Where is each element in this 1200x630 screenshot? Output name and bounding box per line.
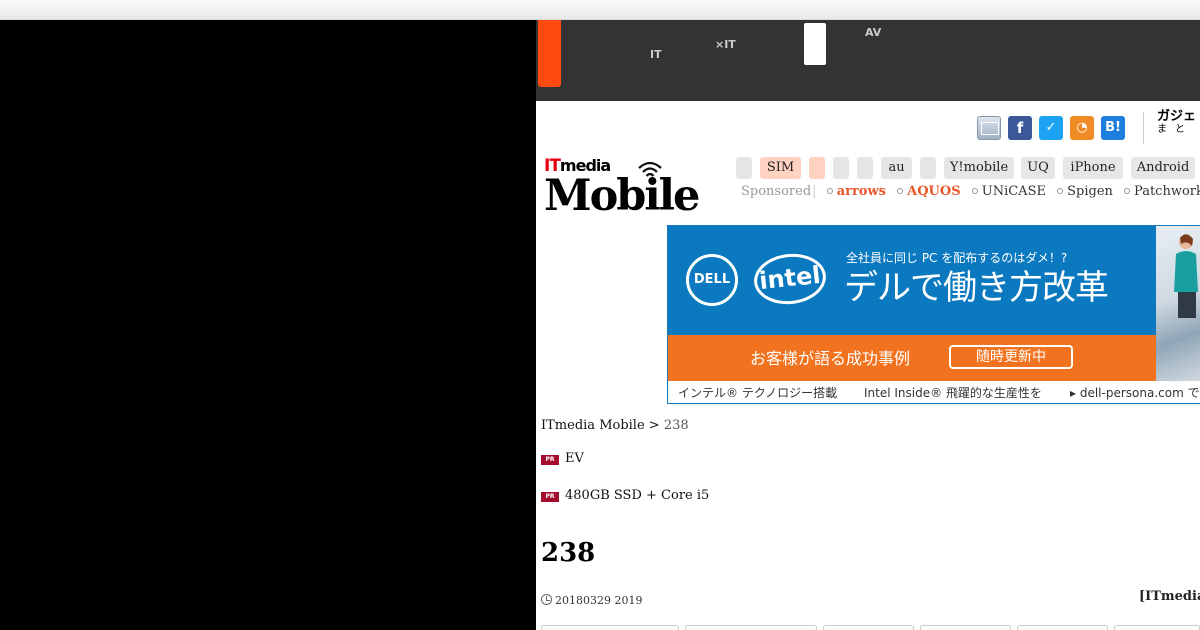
rss-icon[interactable]: ◔ — [1070, 116, 1094, 140]
sponsored-links: Sponsored| arrows AQUOS UNiCASE Spigen P… — [741, 184, 1200, 200]
browser-chrome-bar — [0, 0, 1200, 20]
breadcrumb: ITmedia Mobile > 238 — [541, 418, 689, 433]
share-tab[interactable] — [823, 625, 914, 630]
ad-footer-link[interactable]: ▸ dell-persona.com で — [1070, 384, 1200, 401]
nav-label-line: ×IT — [715, 38, 736, 51]
nav-label-line — [650, 28, 672, 39]
category-pill-ymobile[interactable]: Y!mobile — [944, 157, 1014, 179]
bullet-icon — [1124, 188, 1131, 194]
category-pill-uq[interactable]: UQ — [1021, 157, 1055, 179]
sponsored-link[interactable]: arrows — [837, 184, 886, 199]
article-title: 238 — [541, 538, 596, 568]
brand-mobile-logo[interactable]: Mobile — [544, 173, 700, 219]
bullet-icon — [971, 188, 978, 194]
category-pill[interactable] — [920, 157, 936, 179]
share-tab[interactable] — [541, 625, 679, 630]
share-tab[interactable] — [1114, 625, 1200, 630]
itmedia-logo-tab[interactable] — [538, 20, 561, 87]
global-nav-item[interactable]: ×IT — [715, 28, 748, 50]
sponsored-link[interactable]: AQUOS — [907, 184, 960, 199]
breadcrumb-current: 238 — [663, 418, 689, 433]
ad-footer-text: インテル® テクノロジー搭載 — [678, 386, 838, 400]
ad-case-text: お客様が語る成功事例 — [750, 349, 911, 368]
banner-ad[interactable]: DELL intel 全社員に同じ PC を配布するのはダメ！? デルで働き方改… — [667, 225, 1200, 404]
category-pill[interactable] — [857, 157, 873, 179]
ad-subheadline: 全社員に同じ PC を配布するのはダメ！? — [846, 251, 1068, 265]
dell-logo: DELL — [686, 254, 738, 306]
ad-person-illustration — [1174, 234, 1198, 318]
ad-headline: デルで働き方改革 — [844, 268, 1109, 308]
sponsored-link[interactable]: Spigen — [1067, 184, 1113, 199]
ad-bottom-panel — [668, 335, 1156, 381]
sponsored-label: Sponsored — [741, 184, 812, 199]
bullet-icon — [897, 188, 904, 194]
category-pill-sim[interactable]: SIM — [760, 157, 801, 179]
bullet-icon — [1057, 188, 1064, 194]
article-date-text: 20180329 2019 — [555, 594, 643, 607]
divider — [1143, 112, 1144, 144]
pr-link-text: 480GB SSD + Core i5 — [565, 488, 710, 503]
global-nav-item[interactable]: AV — [865, 27, 887, 49]
gadget-label: ガジェ — [1157, 109, 1197, 124]
clock-icon — [541, 594, 552, 605]
category-pill[interactable] — [809, 157, 825, 179]
global-nav-item[interactable]: IT — [650, 28, 672, 60]
global-nav-active-tab[interactable] — [804, 23, 826, 65]
pr-link[interactable]: PR EV — [541, 451, 584, 466]
global-nav: IT ×IT AV — [536, 20, 1200, 101]
category-pill-android[interactable]: Android — [1131, 157, 1195, 179]
sponsored-link[interactable]: UNiCASE — [982, 184, 1046, 199]
gadget-matome-link[interactable]: ガジェ まと — [1157, 110, 1196, 136]
category-pill[interactable] — [833, 157, 849, 179]
share-tab[interactable] — [920, 625, 1011, 630]
share-tab[interactable] — [685, 625, 817, 630]
nav-label-line — [865, 38, 887, 49]
site-page: IT ×IT AV f ✓ ◔ B! ガジェ まと ITmedia Mobile… — [536, 20, 1200, 630]
share-tab[interactable] — [1017, 625, 1108, 630]
breadcrumb-separator: > — [644, 418, 664, 433]
blank-left-area — [0, 20, 536, 630]
article-source: [ITmedia — [1139, 589, 1200, 604]
article-date: 20180329 2019 — [541, 594, 642, 607]
category-pill-au[interactable]: au — [881, 157, 912, 179]
pr-badge: PR — [541, 492, 559, 502]
sponsored-link[interactable]: Patchworks — [1134, 184, 1200, 199]
gadget-sublabel: まと — [1157, 124, 1193, 135]
pr-badge: PR — [541, 455, 559, 465]
hatena-bookmark-icon[interactable]: B! — [1101, 116, 1125, 140]
ad-footer-text: Intel Inside® 飛躍的な生産性を — [864, 386, 1042, 400]
nav-label-line: IT — [650, 48, 662, 61]
facebook-icon[interactable]: f — [1008, 116, 1032, 140]
twitter-icon[interactable]: ✓ — [1039, 116, 1063, 140]
category-pill[interactable] — [736, 157, 752, 179]
bullet-icon — [826, 188, 833, 194]
pr-link[interactable]: PR 480GB SSD + Core i5 — [541, 488, 709, 503]
breadcrumb-root[interactable]: ITmedia Mobile — [541, 418, 645, 433]
pr-link-text: EV — [565, 451, 584, 466]
mail-icon[interactable] — [977, 116, 1001, 140]
ad-update-button[interactable]: 随時更新中 — [949, 345, 1073, 369]
category-pill-iphone[interactable]: iPhone — [1063, 157, 1123, 179]
